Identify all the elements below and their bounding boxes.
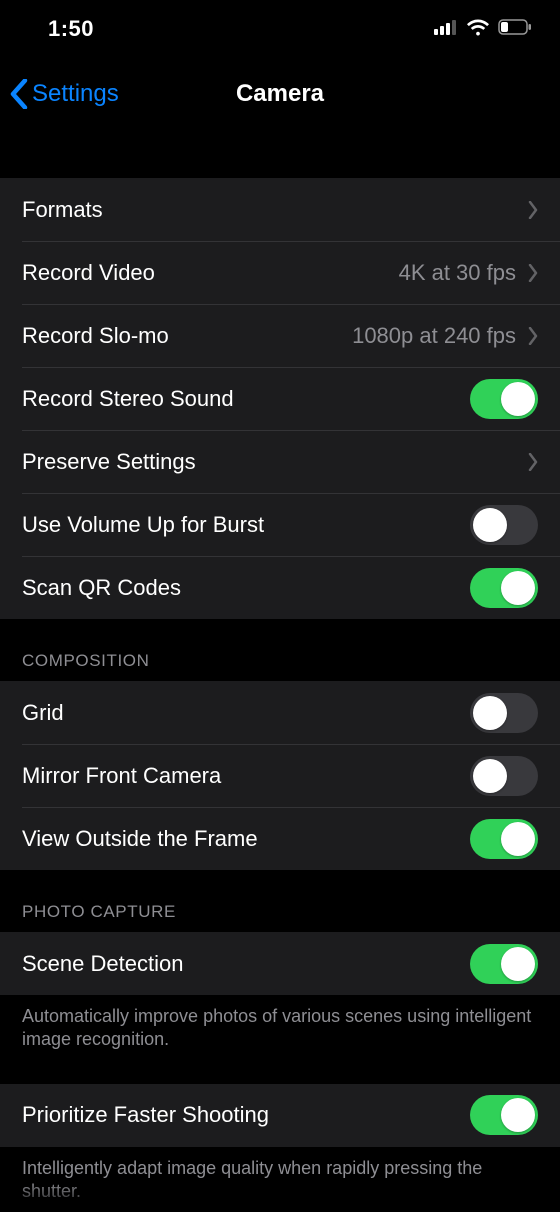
- chevron-right-icon: [528, 201, 538, 219]
- row-label: Scene Detection: [22, 951, 470, 977]
- row-label: Grid: [22, 700, 470, 726]
- settings-group-photo-capture-2: Prioritize Faster Shooting: [0, 1084, 560, 1147]
- row-scene-detection: Scene Detection: [0, 932, 560, 995]
- section-footer-faster: Intelligently adapt image quality when r…: [0, 1147, 560, 1212]
- settings-group-photo-capture-1: Scene Detection: [0, 932, 560, 995]
- row-faster-shooting: Prioritize Faster Shooting: [0, 1084, 560, 1147]
- row-label: Mirror Front Camera: [22, 763, 470, 789]
- row-label: Record Stereo Sound: [22, 386, 470, 412]
- row-preserve-settings[interactable]: Preserve Settings: [0, 430, 560, 493]
- row-formats[interactable]: Formats: [0, 178, 560, 241]
- chevron-right-icon: [528, 453, 538, 471]
- toggle-faster-shooting[interactable]: [470, 1095, 538, 1135]
- row-record-slomo[interactable]: Record Slo-mo 1080p at 240 fps: [0, 304, 560, 367]
- section-header-photo-capture: Photo Capture: [0, 870, 560, 932]
- settings-group-main: Formats Record Video 4K at 30 fps Record…: [0, 178, 560, 619]
- row-label: Scan QR Codes: [22, 575, 470, 601]
- row-volume-burst: Use Volume Up for Burst: [0, 493, 560, 556]
- row-record-video[interactable]: Record Video 4K at 30 fps: [0, 241, 560, 304]
- status-time: 1:50: [48, 16, 94, 42]
- nav-bar: Settings Camera: [0, 58, 560, 130]
- row-label: Preserve Settings: [22, 449, 528, 475]
- row-label: Formats: [22, 197, 528, 223]
- toggle-scan-qr[interactable]: [470, 568, 538, 608]
- row-label: Prioritize Faster Shooting: [22, 1102, 470, 1128]
- battery-icon: [498, 19, 532, 40]
- toggle-scene-detection[interactable]: [470, 944, 538, 984]
- chevron-right-icon: [528, 264, 538, 282]
- toggle-stereo-sound[interactable]: [470, 379, 538, 419]
- section-footer-scene: Automatically improve photos of various …: [0, 995, 560, 1066]
- row-label: View Outside the Frame: [22, 826, 470, 852]
- back-button[interactable]: Settings: [10, 79, 119, 109]
- toggle-mirror-front[interactable]: [470, 756, 538, 796]
- toggle-grid[interactable]: [470, 693, 538, 733]
- page-title: Camera: [236, 80, 324, 108]
- section-header-composition: Composition: [0, 619, 560, 681]
- settings-group-composition: Grid Mirror Front Camera View Outside th…: [0, 681, 560, 870]
- cellular-icon: [434, 19, 458, 40]
- toggle-volume-burst[interactable]: [470, 505, 538, 545]
- row-view-outside: View Outside the Frame: [0, 807, 560, 870]
- row-label: Use Volume Up for Burst: [22, 512, 470, 538]
- chevron-right-icon: [528, 327, 538, 345]
- row-mirror-front: Mirror Front Camera: [0, 744, 560, 807]
- row-value: 4K at 30 fps: [399, 260, 516, 286]
- back-label: Settings: [32, 80, 119, 108]
- row-value: 1080p at 240 fps: [352, 323, 516, 349]
- row-label: Record Video: [22, 260, 399, 286]
- row-label: Record Slo-mo: [22, 323, 352, 349]
- wifi-icon: [466, 18, 490, 41]
- spacer: [0, 130, 560, 178]
- toggle-view-outside[interactable]: [470, 819, 538, 859]
- row-stereo-sound: Record Stereo Sound: [0, 367, 560, 430]
- row-grid: Grid: [0, 681, 560, 744]
- status-icons: [434, 18, 532, 41]
- row-scan-qr: Scan QR Codes: [0, 556, 560, 619]
- chevron-left-icon: [10, 79, 28, 109]
- status-bar: 1:50: [0, 0, 560, 58]
